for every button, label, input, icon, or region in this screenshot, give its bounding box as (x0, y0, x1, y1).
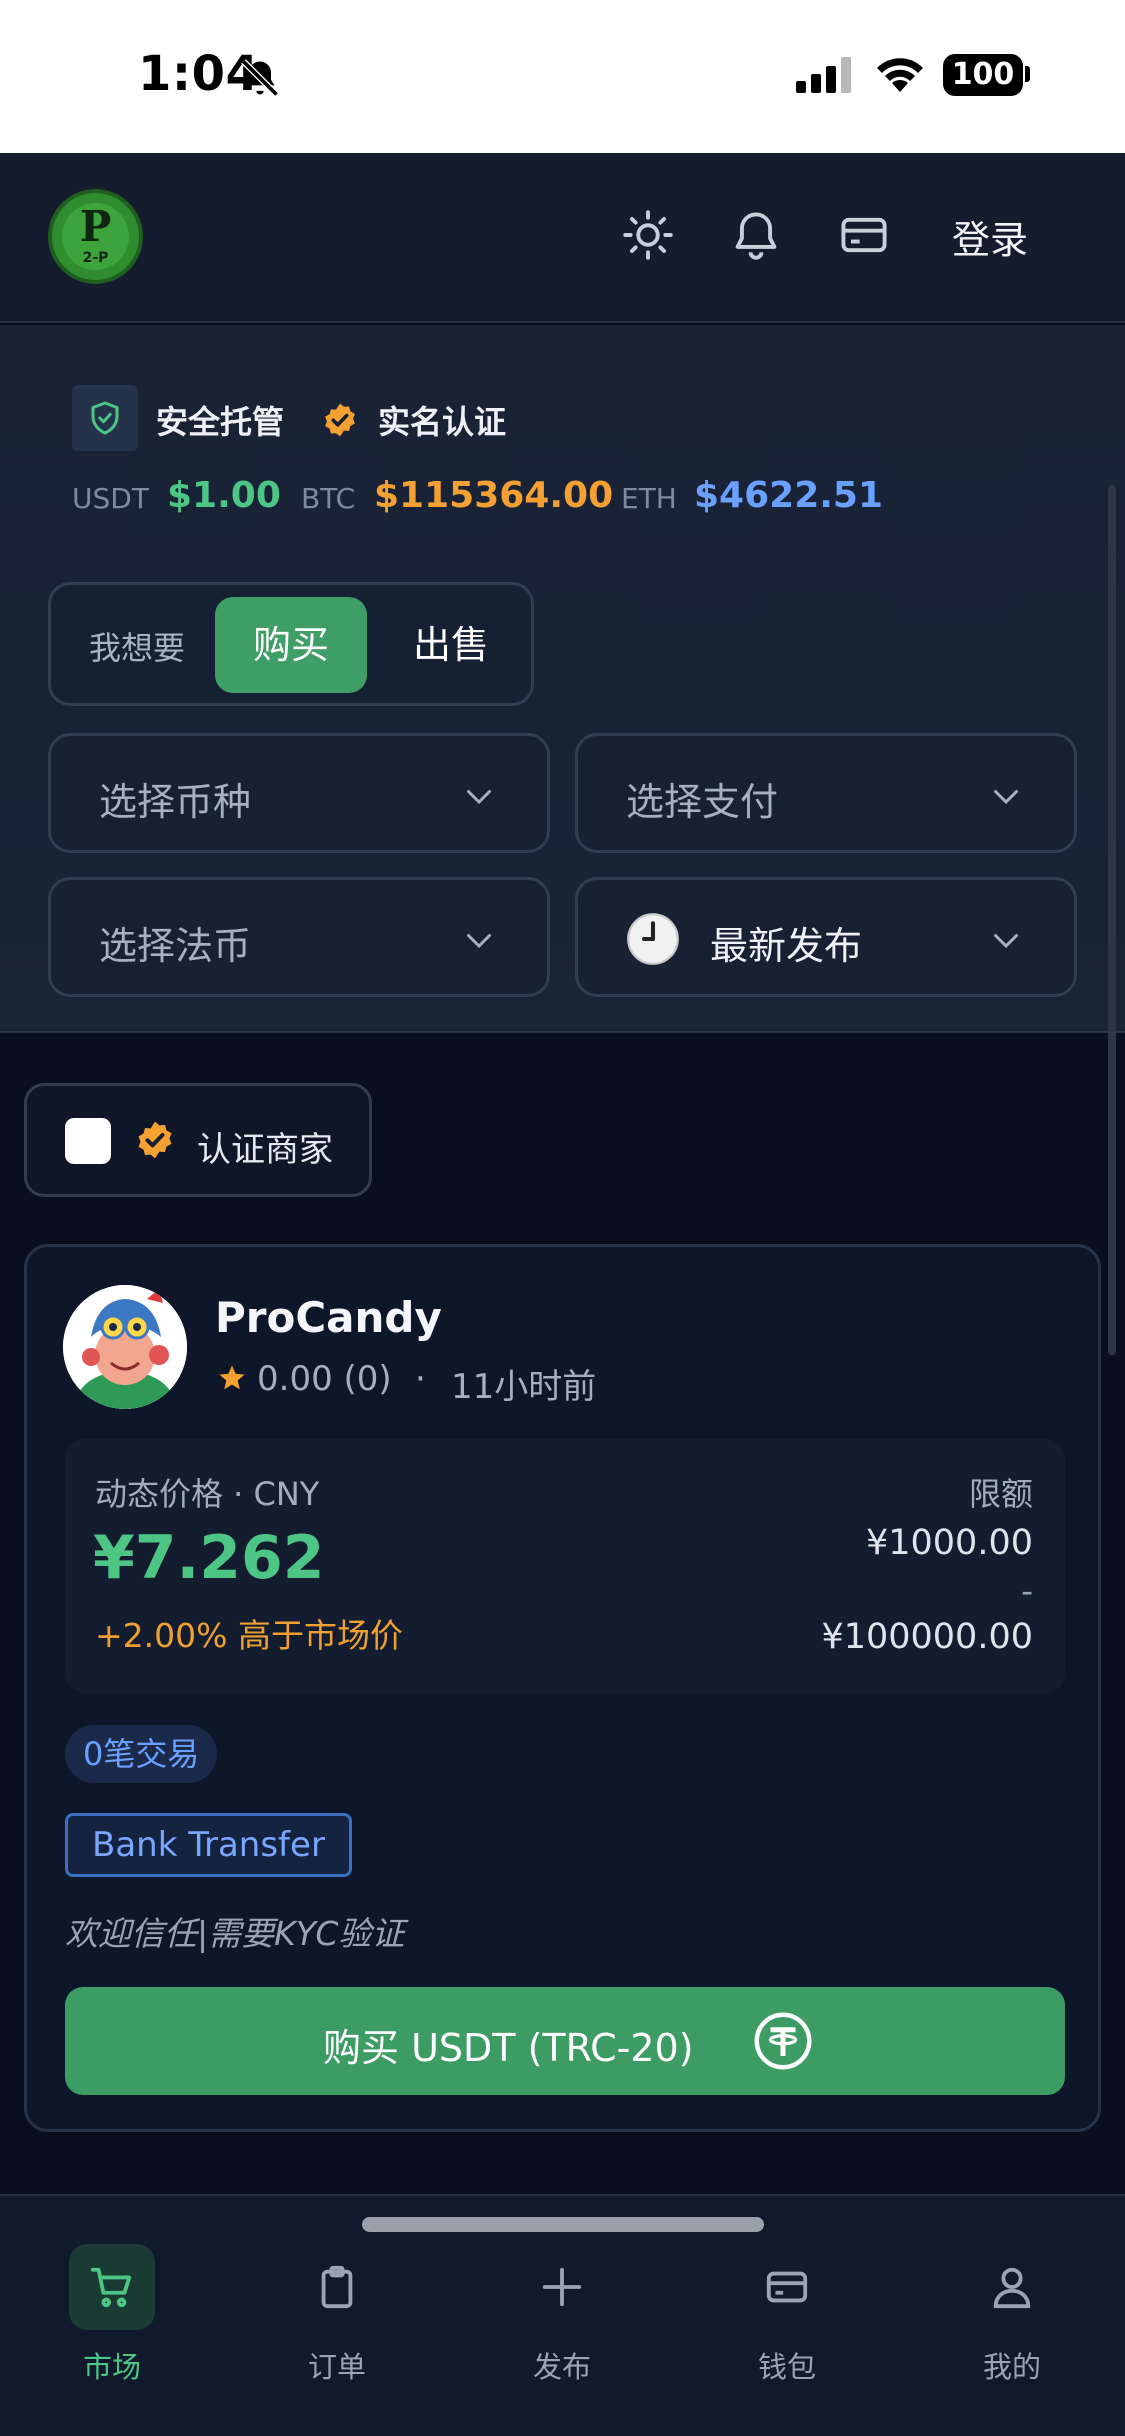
tab-orders-label: 订单 (307, 2350, 366, 2384)
logo-mark: P 2-P (62, 203, 129, 270)
cart-icon (90, 2267, 132, 2308)
merchant-avatar[interactable] (63, 1285, 187, 1409)
scrollbar[interactable] (1108, 485, 1116, 1355)
app-logo[interactable]: P 2-P (48, 189, 143, 284)
bell-slash-icon (241, 59, 279, 97)
battery-tip (1025, 66, 1030, 82)
user-icon (993, 2267, 1031, 2309)
login-button[interactable]: 登录 (952, 209, 1028, 264)
price-type-label: 动态价格 · CNY (95, 1475, 320, 1513)
realname-label: 实名认证 (378, 403, 507, 441)
tab-publish-icon-wrap (519, 2244, 605, 2330)
clock-icon (627, 913, 679, 965)
tab-publish[interactable]: 发布 (492, 2244, 632, 2394)
chevron-down-icon (994, 790, 1018, 805)
merchant-remark: 欢迎信任|需要KYC验证 (65, 1914, 405, 1953)
payment-card-icon[interactable] (838, 209, 890, 261)
avatar-illustration (63, 1285, 187, 1409)
limit-label: 限额 (968, 1475, 1033, 1513)
merchant-rating: 0.00 (0) (257, 1359, 392, 1399)
tab-profile-icon-wrap (969, 2244, 1055, 2330)
escrow-badge-box (72, 385, 138, 451)
plus-icon (542, 2267, 582, 2307)
tab-market-label: 市场 (82, 2350, 141, 2384)
tether-icon (754, 2012, 812, 2070)
verified-badge-icon (138, 1121, 172, 1159)
tab-profile[interactable]: 我的 (942, 2244, 1082, 2394)
ticker-symbol-usdt: USDT (72, 482, 149, 515)
price-panel: 动态价格 · CNY ¥7.262 +2.00% 高于市场价 限额 ¥1000.… (65, 1439, 1065, 1693)
ticker-symbol-eth: ETH (621, 482, 677, 515)
sort-select[interactable]: 最新发布 (575, 877, 1077, 997)
buy-tab[interactable]: 购买 (215, 597, 367, 693)
sun-icon[interactable] (622, 209, 674, 261)
want-label: 我想要 (89, 629, 186, 667)
verified-merchant-checkbox[interactable] (65, 1118, 111, 1164)
price-value: ¥7.262 (93, 1523, 325, 1593)
tab-wallet[interactable]: 钱包 (717, 2244, 857, 2394)
meta-separator: · (415, 1359, 426, 1399)
chevron-down-icon (467, 934, 491, 949)
tab-market[interactable]: 市场 (42, 2244, 182, 2394)
fiat-select[interactable]: 选择法币 (48, 877, 550, 997)
ticker-symbol-btc: BTC (301, 482, 356, 515)
tab-wallet-icon-wrap (744, 2244, 830, 2330)
coin-select-label: 选择币种 (99, 780, 252, 824)
sell-tab[interactable]: 出售 (391, 597, 511, 693)
tab-orders-icon-wrap (294, 2244, 380, 2330)
wifi-icon (877, 58, 923, 92)
payment-select-label: 选择支付 (626, 780, 779, 824)
battery-indicator: 100 (943, 54, 1023, 96)
limit-min: ¥1000.00 (865, 1523, 1033, 1563)
cellular-signal-icon (796, 57, 851, 93)
status-bar: 1:04 100 (0, 0, 1125, 153)
market-hero: 安全托管 实名认证 USDT $1.00 BTC $115364.00 ETH … (0, 325, 1125, 1355)
buy-usdt-label: 购买 USDT (TRC-20) (323, 2026, 694, 2070)
trade-direction-toggle: 我想要 购买 出售 (48, 582, 534, 706)
offer-card: ProCandy 0.00 (0) · 11小时前 动态价格 · CNY ¥7.… (24, 1244, 1101, 2132)
escrow-label: 安全托管 (156, 403, 285, 441)
logo-subtext: 2-P (82, 250, 109, 266)
chevron-down-icon (467, 790, 491, 805)
star-icon (219, 1365, 245, 1390)
shield-check-icon (91, 401, 119, 435)
verified-badge-icon (325, 403, 355, 437)
notification-bell-icon[interactable] (730, 209, 782, 261)
trade-count-badge: 0笔交易 (65, 1725, 218, 1783)
payment-method-tag: Bank Transfer (65, 1813, 352, 1877)
wallet-icon (766, 2271, 808, 2303)
merchant-name[interactable]: ProCandy (215, 1293, 442, 1342)
limit-separator: - (1021, 1571, 1033, 1610)
home-indicator (362, 2217, 764, 2232)
payment-select[interactable]: 选择支付 (575, 733, 1077, 853)
logo-letter: P (79, 202, 112, 251)
coin-select[interactable]: 选择币种 (48, 733, 550, 853)
ticker-price-eth: $4622.51 (694, 475, 884, 516)
ticker-price-btc: $115364.00 (374, 475, 614, 516)
tab-orders[interactable]: 订单 (267, 2244, 407, 2394)
fiat-select-label: 选择法币 (99, 924, 252, 968)
buy-usdt-button[interactable]: 购买 USDT (TRC-20) (65, 1987, 1065, 2095)
chevron-down-icon (994, 934, 1018, 949)
limit-max: ¥100000.00 (821, 1617, 1033, 1657)
ticker-price-usdt: $1.00 (167, 475, 281, 516)
tab-market-highlight (69, 2244, 155, 2330)
sort-select-label: 最新发布 (710, 924, 863, 968)
tab-publish-label: 发布 (532, 2350, 591, 2384)
tab-wallet-label: 钱包 (757, 2350, 816, 2384)
tab-profile-label: 我的 (982, 2350, 1041, 2384)
verified-merchant-label: 认证商家 (197, 1130, 333, 1170)
verified-merchant-filter[interactable]: 认证商家 (24, 1083, 372, 1197)
clipboard-icon (321, 2265, 353, 2309)
price-premium: +2.00% 高于市场价 (95, 1616, 403, 1655)
app-header: P 2-P 登录 (0, 153, 1125, 323)
post-time: 11小时前 (451, 1367, 597, 1407)
